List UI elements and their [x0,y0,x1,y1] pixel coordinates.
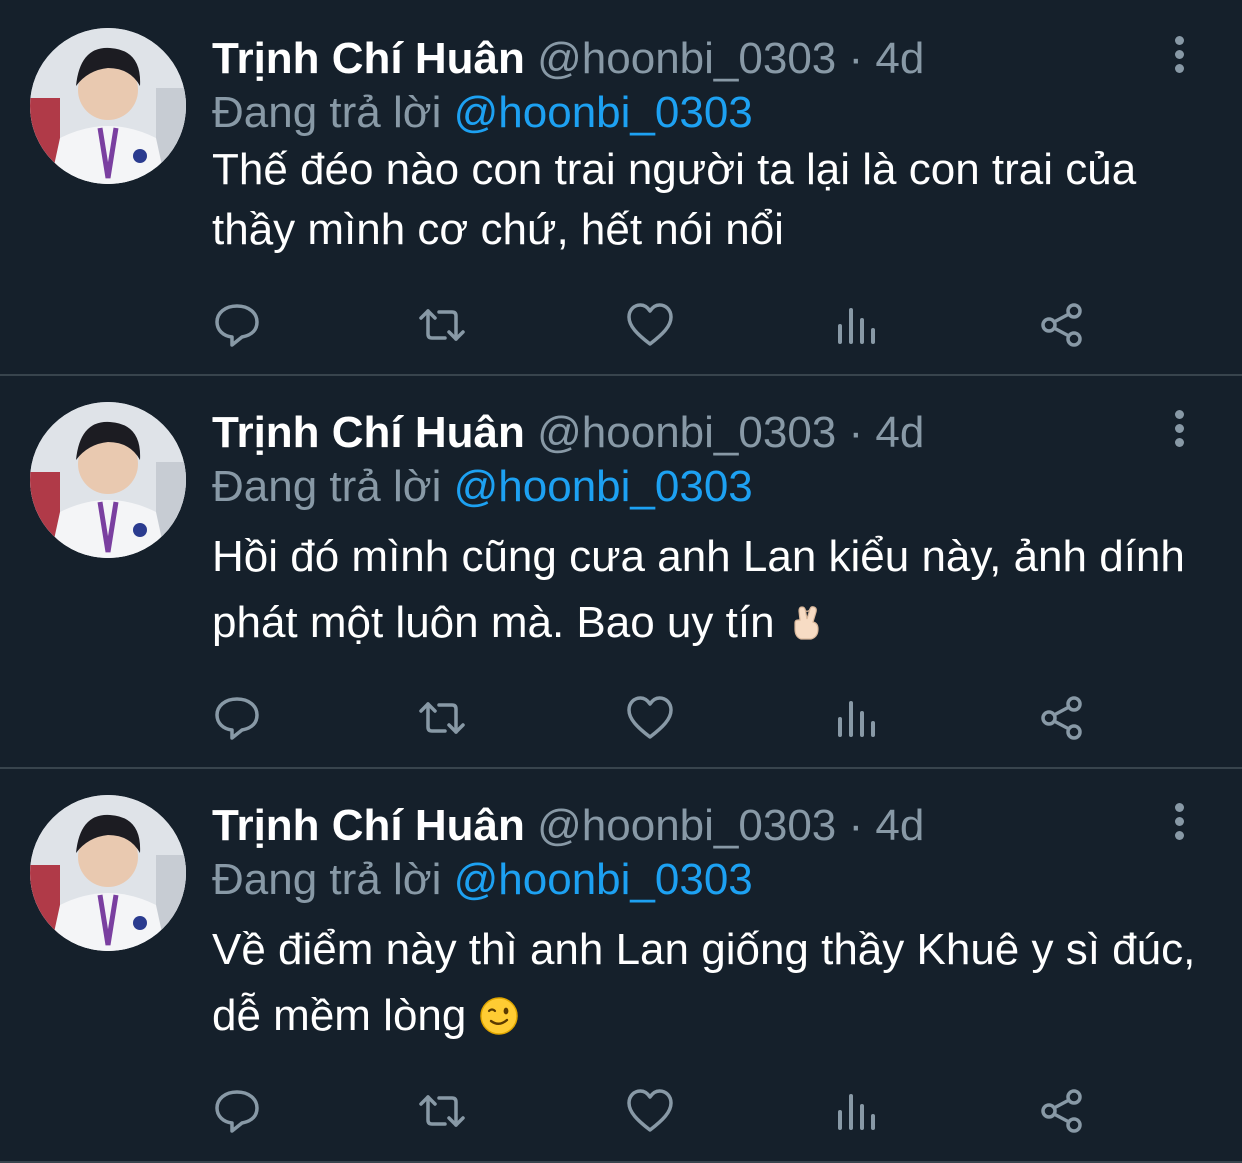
replying-label: Đang trả lời [212,855,442,904]
author-handle[interactable]: @hoonbi_0303 [537,408,836,457]
like-icon[interactable] [625,1086,675,1136]
separator-dot: · [848,408,864,457]
avatar[interactable] [30,402,186,558]
avatar[interactable] [30,795,186,951]
mention-link[interactable]: @hoonbi_0303 [454,88,753,137]
replying-label: Đang trả lời [212,88,442,137]
more-vertical-icon[interactable] [1168,803,1190,847]
more-vertical-icon[interactable] [1168,410,1190,454]
crossed-fingers-emoji [787,596,827,640]
replying-to: Đang trả lời @hoonbi_0303 [212,857,753,903]
tweet[interactable]: Trịnh Chí Huân @hoonbi_0303 · 4d Đang tr… [0,374,1242,769]
tweet-header: Trịnh Chí Huân @hoonbi_0303 · 4d [212,36,924,82]
tweet-header: Trịnh Chí Huân @hoonbi_0303 · 4d [212,803,924,849]
replying-to: Đang trả lời @hoonbi_0303 [212,464,753,510]
author-handle[interactable]: @hoonbi_0303 [537,801,836,850]
like-icon[interactable] [625,300,675,350]
share-icon[interactable] [1038,1086,1088,1136]
retweet-icon[interactable] [417,300,467,350]
tweet-text: Thế đéo nào con trai người ta lại là con… [212,140,1202,260]
replying-to: Đang trả lời @hoonbi_0303 [212,90,753,136]
share-icon[interactable] [1038,300,1088,350]
tweet[interactable]: Trịnh Chí Huân @hoonbi_0303 · 4d Đang tr… [0,767,1242,1163]
analytics-icon[interactable] [832,1086,882,1136]
avatar[interactable] [30,28,186,184]
replying-label: Đang trả lời [212,462,442,511]
tweet-text-content: Về điểm này thì anh Lan giống thầy Khuê … [212,925,1196,1040]
tweet-text-content: Thế đéo nào con trai người ta lại là con… [212,145,1137,254]
action-bar [212,693,1092,743]
winking-face-emoji [479,989,519,1035]
retweet-icon[interactable] [417,1086,467,1136]
author-handle[interactable]: @hoonbi_0303 [537,34,836,83]
timestamp[interactable]: 4d [875,408,924,457]
author-name[interactable]: Trịnh Chí Huân [212,34,525,83]
tweet-text-content: Hồi đó mình cũng cưa anh Lan kiểu này, ả… [212,532,1185,647]
more-vertical-icon[interactable] [1168,36,1190,80]
analytics-icon[interactable] [832,693,882,743]
tweet-text: Về điểm này thì anh Lan giống thầy Khuê … [212,917,1202,1049]
retweet-icon[interactable] [417,693,467,743]
reply-icon[interactable] [212,693,262,743]
mention-link[interactable]: @hoonbi_0303 [454,855,753,904]
tweet-header: Trịnh Chí Huân @hoonbi_0303 · 4d [212,410,924,456]
mention-link[interactable]: @hoonbi_0303 [454,462,753,511]
share-icon[interactable] [1038,693,1088,743]
reply-icon[interactable] [212,300,262,350]
like-icon[interactable] [625,693,675,743]
action-bar [212,1086,1092,1136]
separator-dot: · [848,34,864,83]
tweet[interactable]: Trịnh Chí Huân @hoonbi_0303 · 4d Đang tr… [0,0,1242,376]
author-name[interactable]: Trịnh Chí Huân [212,801,525,850]
timestamp[interactable]: 4d [875,34,924,83]
action-bar [212,300,1092,350]
tweet-text: Hồi đó mình cũng cưa anh Lan kiểu này, ả… [212,524,1202,656]
author-name[interactable]: Trịnh Chí Huân [212,408,525,457]
timestamp[interactable]: 4d [875,801,924,850]
analytics-icon[interactable] [832,300,882,350]
reply-icon[interactable] [212,1086,262,1136]
separator-dot: · [848,801,864,850]
